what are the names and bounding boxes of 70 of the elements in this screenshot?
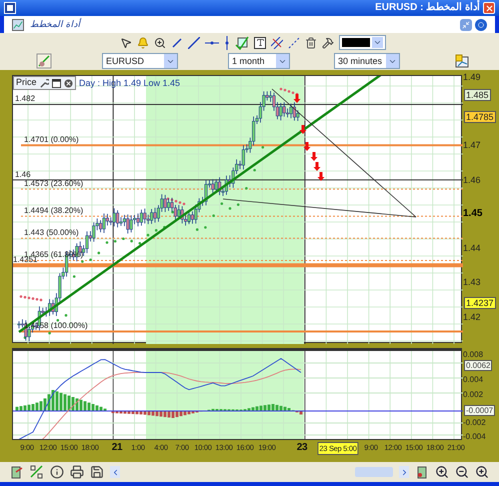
axis-label: 1.47 [463,140,481,150]
chart-icon [12,18,24,30]
add-indicator-icon[interactable] [455,54,469,68]
wrench-icon[interactable] [40,78,49,88]
restore-icon [462,20,470,28]
value-tag: 0.0062 [464,360,492,371]
panel-title: أداة المخطط [30,18,81,31]
axis-label: 1.49 [463,72,481,82]
level-label: 1.482 [15,94,36,103]
time-label: 23 [296,442,308,453]
app-icon [4,2,16,14]
zoom-in-icon[interactable] [475,465,489,479]
dropdown-field[interactable]: EURUSD [102,53,178,69]
document-icon[interactable] [415,465,429,479]
trash-icon[interactable] [305,36,317,48]
price-tag: 1.4237 [464,297,496,309]
vertical-line-icon[interactable] [224,36,230,50]
parallel-lines-icon[interactable] [271,36,283,48]
close-icon [484,4,494,12]
axis-label: 1.46 [463,175,481,185]
line-icon[interactable] [188,36,200,48]
axis-label: 0.008 [463,350,484,359]
short-line-icon[interactable] [171,36,183,48]
value-tag: -0.0007 [464,405,496,416]
zoom-icon[interactable] [154,36,166,48]
scroll-right-button[interactable] [399,466,409,478]
restore-button[interactable] [460,18,472,30]
save-icon[interactable] [90,465,104,479]
price-tag: 1.4785 [464,111,496,123]
level-label: 1.4573 (23.60%) [24,179,84,188]
caret-icon [373,38,382,47]
circle-icon [478,22,484,28]
dots-icon[interactable] [288,36,300,48]
close-button[interactable] [483,2,495,14]
time-label: 21 [112,442,122,453]
window-icon[interactable] [52,78,61,88]
bell-icon[interactable] [137,36,149,48]
level-label: 1.443 (50.00%) [24,228,79,237]
level-label: 1.4701 (0.00%) [24,135,79,144]
chart-settings-icon[interactable] [36,53,52,69]
scrollbar-thumb[interactable] [355,467,393,477]
down-arrow-icon [294,94,300,103]
print-icon[interactable] [70,465,84,479]
axis-label: 1.45 [463,209,482,219]
axis-label: -0.002 [463,418,486,427]
color-picker[interactable] [339,35,386,50]
compare-icon[interactable] [30,465,44,479]
axis-label: 0.004 [463,375,484,384]
dropdown-field[interactable]: 1 month [228,53,290,69]
pointer-icon[interactable] [120,36,132,48]
level-label: 1.4494 (38.20%) [24,206,84,215]
legend-title: Price [16,76,37,90]
text-icon[interactable] [254,36,266,48]
axis-label: 0.002 [463,390,484,399]
close-icon[interactable] [64,78,73,88]
pin-button[interactable] [475,18,487,30]
chart-check-icon[interactable] [235,36,249,50]
zoom-out-icon[interactable] [455,465,469,479]
tools-icon[interactable] [322,36,334,48]
axis-label: 1.42 [463,312,481,322]
axis-label: 1.44 [463,243,481,253]
export-icon[interactable] [10,465,24,479]
window-title: أداة المخطط : EURUSD [375,2,480,14]
scroll-left-button[interactable] [110,466,120,478]
dropdown-field[interactable]: 30 minutes [334,53,400,69]
level-label: 1.46 [15,170,31,179]
axis-label: -0.004 [463,432,486,441]
axis-label: 1.43 [463,277,481,287]
info-icon[interactable] [50,465,64,479]
price-tag: 1.485 [464,89,491,101]
